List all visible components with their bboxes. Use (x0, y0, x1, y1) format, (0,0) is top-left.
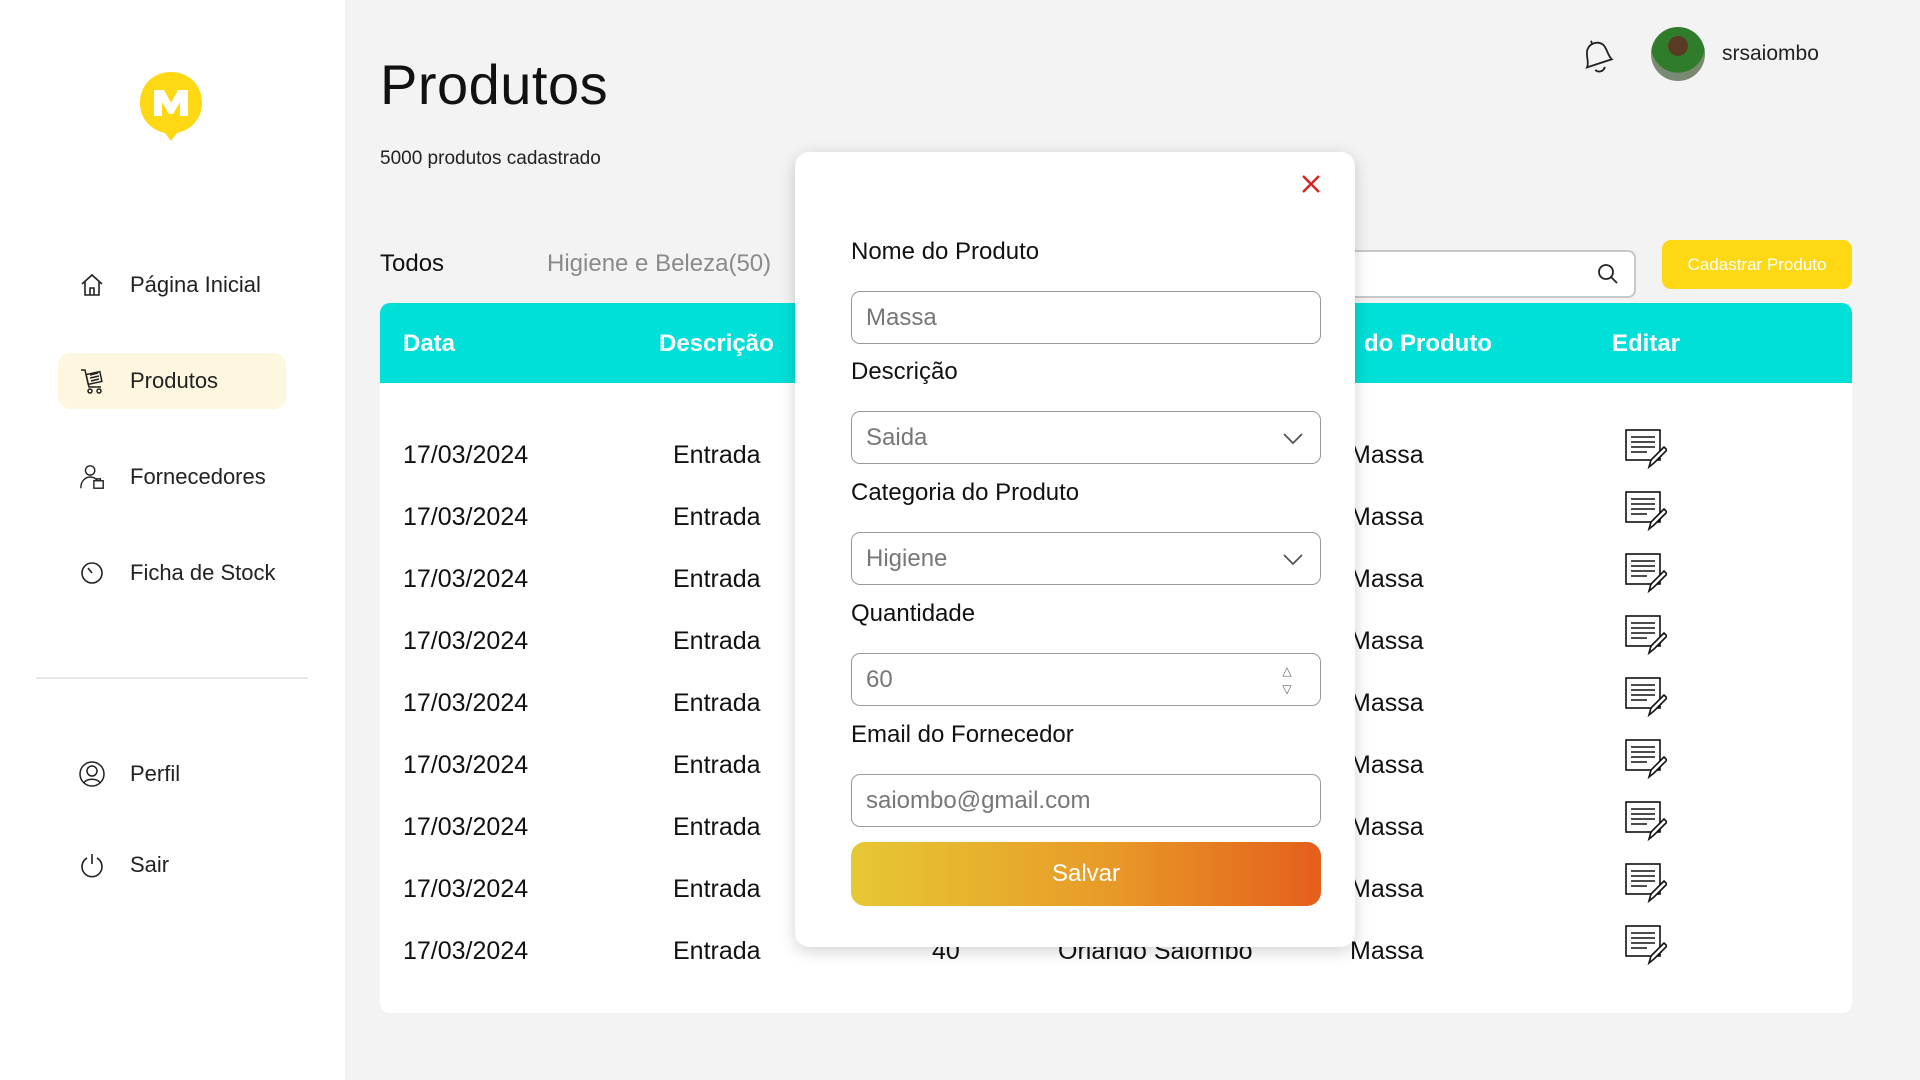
stepper-arrows[interactable]: △ ▽ (1280, 662, 1294, 698)
edit-icon[interactable] (1623, 427, 1667, 471)
cell-produto: Massa (1350, 689, 1424, 717)
edit-icon[interactable] (1623, 489, 1667, 533)
edit-icon[interactable] (1623, 675, 1667, 719)
sidebar-item-label: Fornecedores (130, 464, 266, 489)
cell-data: 17/03/2024 (403, 627, 529, 655)
cell-data: 17/03/2024 (403, 937, 529, 965)
cell-descricao: Entrada (673, 441, 761, 469)
cell-produto: Massa (1350, 441, 1424, 469)
column-header-data: Data (403, 330, 456, 357)
edit-icon[interactable] (1623, 923, 1667, 967)
cell-produto: Massa (1350, 937, 1424, 965)
edit-icon[interactable] (1623, 737, 1667, 781)
field-value: saiombo@gmail.com (866, 786, 1091, 814)
sidebar-divider (36, 677, 308, 679)
label-categoria-do-produto: Categoria do Produto (851, 479, 1080, 506)
app-logo (140, 72, 202, 141)
chevron-down-icon (1283, 433, 1303, 445)
categoria-select[interactable]: Higiene (851, 532, 1321, 585)
cell-descricao: Entrada (673, 875, 761, 903)
descricao-select[interactable]: Saida (851, 411, 1321, 464)
cell-descricao: Entrada (673, 503, 761, 531)
sidebar-item-sair[interactable]: Sair (58, 837, 286, 893)
avatar[interactable] (1651, 27, 1705, 81)
sidebar-item-ficha-de-stock[interactable]: Ficha de Stock (58, 545, 286, 601)
cell-data: 17/03/2024 (403, 813, 529, 841)
column-header-descricao: Descrição (659, 330, 774, 357)
tab-higiene-e-beleza[interactable]: Higiene e Beleza(50) (547, 250, 771, 278)
cell-descricao: Entrada (673, 689, 761, 717)
chevron-down-icon (1283, 554, 1303, 566)
cell-descricao: Entrada (673, 751, 761, 779)
cell-data: 17/03/2024 (403, 751, 529, 779)
label-nome-do-produto: Nome do Produto (851, 238, 1040, 265)
edit-icon[interactable] (1623, 861, 1667, 905)
sidebar-item-label: Página Inicial (130, 272, 261, 297)
nome-do-produto-input[interactable]: Massa (851, 291, 1321, 344)
sidebar-item-produtos[interactable]: Produtos (58, 353, 286, 409)
field-value: Massa (866, 303, 937, 331)
cell-data: 17/03/2024 (403, 441, 529, 469)
field-value: Higiene (866, 544, 948, 572)
quantidade-stepper[interactable]: 60 △ ▽ (851, 653, 1321, 706)
save-button[interactable]: Salvar (851, 842, 1321, 906)
cell-produto: Massa (1350, 627, 1424, 655)
label-descricao: Descrição (851, 358, 958, 385)
sidebar-item-label: Sair (130, 852, 170, 877)
cell-produto: Massa (1350, 751, 1424, 779)
sidebar-item-label: Perfil (130, 761, 181, 786)
cell-produto: Massa (1350, 875, 1424, 903)
edit-icon[interactable] (1623, 613, 1667, 657)
sidebar-item-fornecedores[interactable]: Fornecedores (58, 449, 286, 505)
cell-descricao: Entrada (673, 627, 761, 655)
label-email-do-fornecedor: Email do Fornecedor (851, 721, 1074, 748)
field-value: 60 (866, 665, 893, 693)
column-header-editar: Editar (1612, 330, 1681, 357)
field-value: Saida (866, 423, 928, 451)
cadastrar-produto-button[interactable]: Cadastrar Produto (1662, 240, 1852, 289)
bell-icon[interactable] (1576, 36, 1614, 76)
column-header-produto: do Produto (1364, 330, 1492, 357)
clock-icon (78, 559, 106, 587)
username[interactable]: srsaiombo (1722, 42, 1819, 66)
product-modal: Nome do Produto Massa Descrição Saida Ca… (795, 152, 1355, 947)
cell-data: 17/03/2024 (403, 565, 529, 593)
increment-icon[interactable]: △ (1280, 662, 1294, 680)
user-icon (78, 760, 106, 788)
page-title: Produtos (380, 53, 609, 116)
cell-descricao: Entrada (673, 565, 761, 593)
cell-data: 17/03/2024 (403, 875, 529, 903)
label-quantidade: Quantidade (851, 600, 976, 627)
edit-icon[interactable] (1623, 799, 1667, 843)
edit-icon[interactable] (1623, 551, 1667, 595)
sidebar-item-label: Produtos (130, 368, 219, 393)
cell-produto: Massa (1350, 503, 1424, 531)
tab-todos[interactable]: Todos (380, 250, 444, 278)
close-icon[interactable] (1295, 168, 1327, 200)
sidebar: Página Inicial Produtos Fornecedores Fic… (0, 0, 345, 1080)
cell-descricao: Entrada (673, 937, 761, 965)
page-subtitle: 5000 produtos cadastrado (380, 148, 601, 169)
sidebar-item-perfil[interactable]: Perfil (58, 746, 286, 802)
sidebar-item-pagina-inicial[interactable]: Página Inicial (58, 257, 286, 313)
supplier-icon (78, 463, 106, 491)
decrement-icon[interactable]: ▽ (1280, 680, 1294, 698)
email-field[interactable]: saiombo@gmail.com (851, 774, 1321, 827)
home-icon (78, 271, 106, 299)
cell-data: 17/03/2024 (403, 503, 529, 531)
cell-produto: Massa (1350, 565, 1424, 593)
cart-icon (78, 367, 106, 395)
cell-data: 17/03/2024 (403, 689, 529, 717)
power-icon (78, 851, 106, 879)
cell-produto: Massa (1350, 813, 1424, 841)
search-icon (1598, 264, 1618, 284)
sidebar-item-label: Ficha de Stock (130, 560, 276, 585)
cell-descricao: Entrada (673, 813, 761, 841)
